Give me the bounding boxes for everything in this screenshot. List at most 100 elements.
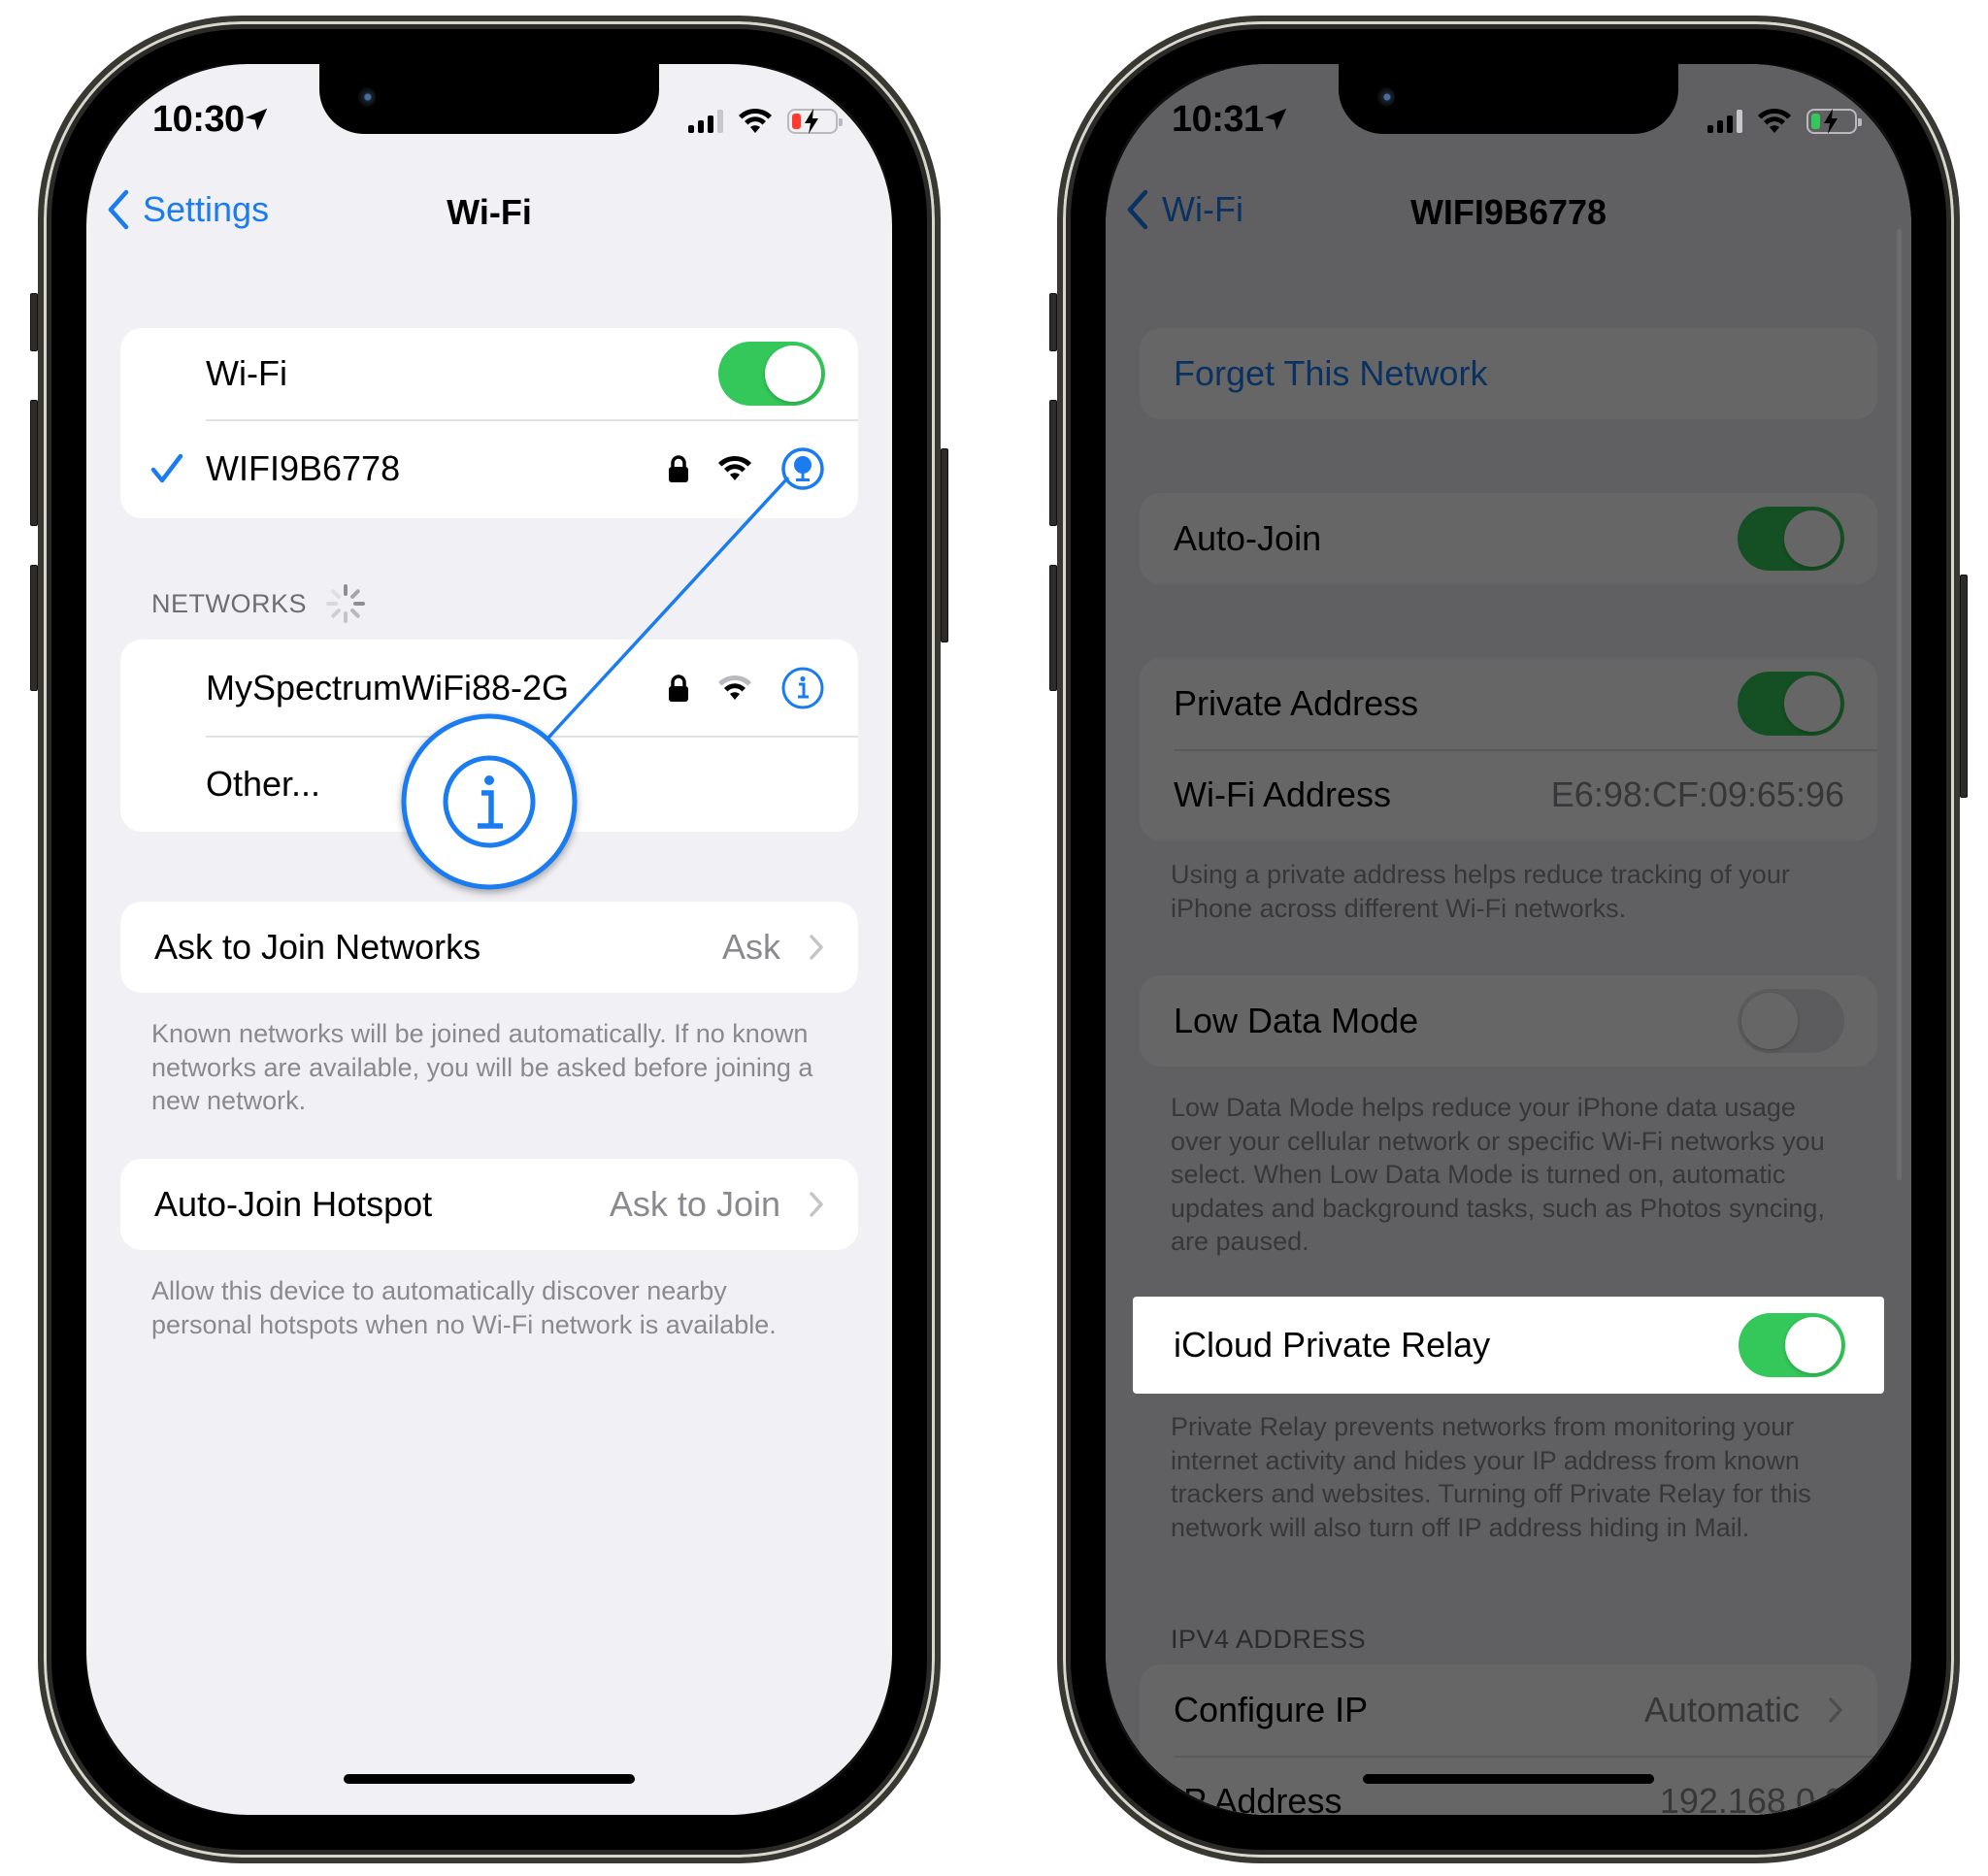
network-row[interactable]: MySpectrumWiFi88-2G <box>120 640 858 736</box>
loading-spinner-icon <box>326 584 366 623</box>
lock-icon <box>669 455 688 482</box>
navigation-bar: Settings Wi-Fi <box>86 179 892 237</box>
auto-join-card: Auto-Join <box>1140 493 1877 584</box>
connected-network-row[interactable]: WIFI9B6778 <box>120 419 858 518</box>
low-data-mode-row: Low Data Mode <box>1140 975 1877 1067</box>
cellular-signal-icon <box>688 110 723 133</box>
page-title: WIFI9B6778 <box>1409 192 1607 232</box>
auto-join-hotspot-card: Auto-Join Hotspot Ask to Join <box>120 1159 858 1250</box>
wifi-toggle-row: Wi-Fi <box>120 328 858 419</box>
ipv4-card: Configure IP Automatic IP Address 192.16… <box>1140 1664 1877 1815</box>
networks-card: MySpectrumWiFi88-2G Other... <box>120 640 858 832</box>
location-arrow-icon <box>1264 108 1287 131</box>
low-data-mode-card: Low Data Mode <box>1140 975 1877 1067</box>
networks-header-label: NETWORKS <box>151 588 308 618</box>
private-address-label: Private Address <box>1174 683 1419 723</box>
ip-address-value: 192.168.0.3 <box>1659 1781 1844 1815</box>
volume-up-button <box>1049 400 1057 526</box>
left-iphone-frame: 10:30 Settings Wi-Fi Wi-Fi WIFI9B6778 NE… <box>30 16 948 1863</box>
location-arrow-icon <box>245 108 268 131</box>
cellular-signal-icon <box>1707 110 1742 133</box>
configure-ip-row[interactable]: Configure IP Automatic <box>1140 1664 1877 1756</box>
auto-join-hotspot-label: Auto-Join Hotspot <box>154 1184 433 1224</box>
side-button <box>1960 575 1968 798</box>
wifi-strength-icon <box>718 455 751 480</box>
right-iphone-frame: 10:31 Wi-Fi WIFI9B6778 Forget This Netwo… <box>1049 16 1968 1863</box>
icloud-private-relay-label: iCloud Private Relay <box>1174 1325 1491 1365</box>
ipv4-header-label: IPV4 ADDRESS <box>1171 1625 1367 1654</box>
connected-network-name: WIFI9B6778 <box>206 448 401 488</box>
auto-join-hotspot-value: Ask to Join <box>609 1184 780 1224</box>
mute-switch <box>1049 293 1057 351</box>
dim-overlay <box>1106 64 1911 1815</box>
network-detail-screen: 10:31 Wi-Fi WIFI9B6778 Forget This Netwo… <box>1106 64 1911 1815</box>
auto-join-label: Auto-Join <box>1174 518 1322 558</box>
private-address-footer: Using a private address helps reduce tra… <box>1171 860 1790 923</box>
wifi-toggle[interactable] <box>718 342 825 406</box>
ask-to-join-footer: Known networks will be joined automatica… <box>151 1019 813 1115</box>
battery-charging-icon <box>787 109 843 134</box>
icloud-private-relay-row: iCloud Private Relay <box>1133 1297 1884 1394</box>
notch <box>1339 64 1678 134</box>
wifi-toggle-label: Wi-Fi <box>206 353 287 393</box>
ask-to-join-label: Ask to Join Networks <box>154 927 481 967</box>
volume-down-button <box>1049 565 1057 691</box>
ask-to-join-row[interactable]: Ask to Join Networks Ask <box>120 902 858 993</box>
other-network-label: Other... <box>206 763 321 804</box>
wifi-status-icon <box>739 108 772 133</box>
network-name: MySpectrumWiFi88-2G <box>206 667 570 708</box>
ask-to-join-value: Ask <box>721 927 780 967</box>
lock-icon <box>669 674 688 702</box>
chevron-right-icon <box>1829 1697 1842 1723</box>
forget-network-button[interactable]: Forget This Network <box>1174 353 1487 394</box>
chevron-right-icon <box>810 935 823 960</box>
volume-down-button <box>30 565 38 691</box>
notch <box>319 64 659 134</box>
battery-charging-icon <box>1806 109 1862 134</box>
auto-join-hotspot-row[interactable]: Auto-Join Hotspot Ask to Join <box>120 1159 858 1250</box>
front-camera <box>1377 87 1395 107</box>
front-camera <box>358 87 376 107</box>
networks-section-header: NETWORKS <box>151 582 367 625</box>
private-address-row: Private Address <box>1140 658 1877 749</box>
info-icon[interactable] <box>780 666 825 710</box>
status-time: 10:30 <box>152 99 245 140</box>
ask-to-join-card: Ask to Join Networks Ask <box>120 902 858 993</box>
private-address-card: Private Address Wi-Fi Address E6:98:CF:0… <box>1140 658 1877 840</box>
ip-address-label: IP Address <box>1174 1781 1342 1815</box>
checkmark-icon <box>150 453 183 483</box>
ipv4-section-header: IPV4 ADDRESS <box>1171 1625 1366 1655</box>
wifi-address-value: E6:98:CF:09:65:96 <box>1550 774 1844 814</box>
wifi-strength-icon <box>718 675 751 700</box>
low-data-mode-footer: Low Data Mode helps reduce your iPhone d… <box>1171 1093 1825 1256</box>
chevron-right-icon <box>810 1192 823 1217</box>
low-data-mode-label: Low Data Mode <box>1174 1001 1419 1040</box>
page-title: Wi-Fi <box>447 192 532 232</box>
ip-address-row: IP Address 192.168.0.3 <box>1140 1756 1877 1815</box>
forget-network-row[interactable]: Forget This Network <box>1140 328 1877 419</box>
icloud-private-relay-footer: Private Relay prevents networks from mon… <box>1171 1412 1811 1542</box>
wifi-address-label: Wi-Fi Address <box>1174 774 1392 814</box>
auto-join-row: Auto-Join <box>1140 493 1877 584</box>
auto-join-hotspot-footer: Allow this device to automatically disco… <box>151 1276 777 1339</box>
auto-join-toggle[interactable] <box>1738 507 1844 571</box>
wifi-address-row: Wi-Fi Address E6:98:CF:09:65:96 <box>1140 749 1877 840</box>
low-data-mode-toggle[interactable] <box>1738 989 1844 1053</box>
info-icon-pressed[interactable] <box>780 446 825 491</box>
private-address-toggle[interactable] <box>1738 672 1844 736</box>
mute-switch <box>30 293 38 351</box>
wifi-status-icon <box>1758 108 1791 133</box>
configure-ip-value: Automatic <box>1643 1690 1800 1729</box>
icloud-private-relay-toggle[interactable] <box>1739 1313 1845 1377</box>
status-time: 10:31 <box>1172 99 1264 140</box>
other-network-row[interactable]: Other... <box>120 736 858 832</box>
navigation-bar: Wi-Fi WIFI9B6778 <box>1106 179 1911 237</box>
home-indicator[interactable] <box>1363 1774 1654 1784</box>
forget-network-card: Forget This Network <box>1140 328 1877 419</box>
volume-up-button <box>30 400 38 526</box>
home-indicator[interactable] <box>344 1774 635 1784</box>
scroll-indicator[interactable] <box>1897 229 1902 1180</box>
wifi-settings-screen: 10:30 Settings Wi-Fi Wi-Fi WIFI9B6778 NE… <box>86 64 892 1815</box>
icloud-private-relay-card: iCloud Private Relay <box>1133 1297 1884 1394</box>
configure-ip-label: Configure IP <box>1174 1690 1369 1729</box>
